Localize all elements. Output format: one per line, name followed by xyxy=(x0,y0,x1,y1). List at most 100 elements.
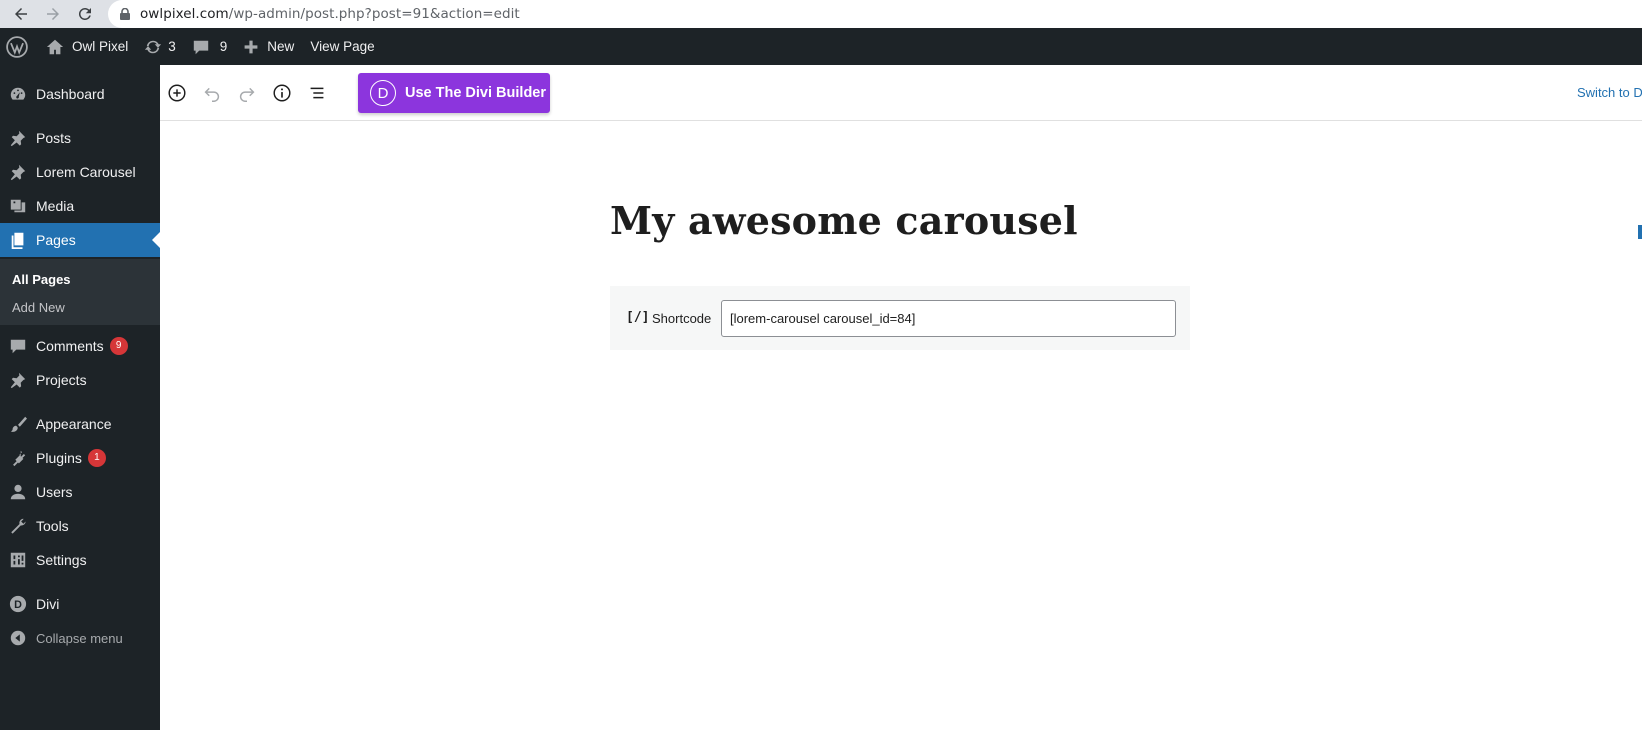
submenu-all-pages[interactable]: All Pages xyxy=(12,272,71,287)
reload-button[interactable] xyxy=(68,0,102,28)
list-view-icon xyxy=(310,87,324,99)
menu-label-posts: Posts xyxy=(36,130,72,146)
wp-admin-bar: Owl Pixel 3 9 New View Page xyxy=(0,28,1642,65)
back-button[interactable] xyxy=(4,0,38,28)
comments-link[interactable]: 9 xyxy=(184,28,236,65)
menu-label-comments: Comments xyxy=(36,338,104,354)
shortcode-block[interactable]: [/] Shortcode xyxy=(610,286,1190,350)
new-label: New xyxy=(267,39,295,54)
menu-label-collapse: Collapse menu xyxy=(36,630,123,646)
menu-item-divi[interactable]: D Divi xyxy=(0,587,160,621)
pushpin-icon xyxy=(10,372,26,389)
wp-logo-button[interactable] xyxy=(0,28,36,65)
comments-badge: 9 xyxy=(109,337,128,355)
view-page-link[interactable]: View Page xyxy=(302,28,382,65)
view-page-label: View Page xyxy=(310,39,375,54)
updates-link[interactable]: 3 xyxy=(136,28,184,65)
shortcode-icon: [/] xyxy=(626,310,650,325)
scroll-edge-indicator xyxy=(1638,225,1642,239)
forward-button[interactable] xyxy=(36,0,70,28)
menu-label-plugins: Plugins xyxy=(36,450,82,466)
menu-label-projects: Projects xyxy=(36,372,87,388)
dashboard-icon xyxy=(10,87,26,100)
plus-icon xyxy=(244,40,258,53)
undo-icon xyxy=(204,87,220,102)
menu-label-users: Users xyxy=(36,484,73,500)
menu-label-appearance: Appearance xyxy=(36,416,112,432)
wrench-icon xyxy=(11,518,26,534)
menu-label-lorem-carousel: Lorem Carousel xyxy=(36,164,136,180)
redo-button[interactable] xyxy=(235,81,259,105)
block-editor: D Use The Divi Builder Switch to D My aw… xyxy=(160,65,1642,730)
pages-submenu: All Pages Add New xyxy=(0,259,160,325)
menu-item-tools[interactable]: Tools xyxy=(0,509,160,543)
updates-count: 3 xyxy=(168,39,176,54)
plus-circle-icon xyxy=(168,84,186,102)
add-block-button[interactable] xyxy=(165,81,189,105)
divi-icon: D xyxy=(9,595,27,613)
switch-editor-link[interactable]: Switch to D xyxy=(1577,85,1642,100)
menu-item-comments[interactable]: Comments 9 xyxy=(0,329,160,363)
submenu-add-new[interactable]: Add New xyxy=(12,300,65,315)
collapse-arrow-icon xyxy=(10,630,26,646)
new-content-link[interactable]: New xyxy=(235,28,302,65)
comment-icon xyxy=(10,339,26,354)
site-name-link[interactable]: Owl Pixel xyxy=(36,28,136,65)
menu-item-lorem-carousel[interactable]: Lorem Carousel xyxy=(0,155,160,189)
menu-label-dashboard: Dashboard xyxy=(36,86,105,102)
menu-item-users[interactable]: Users xyxy=(0,475,160,509)
site-name: Owl Pixel xyxy=(72,39,129,54)
undo-button[interactable] xyxy=(200,81,224,105)
pages-icon xyxy=(11,232,24,249)
url-path: /wp-admin/post.php?post=91&action=edit xyxy=(228,6,520,22)
plugin-icon xyxy=(13,450,26,467)
collapse-menu-button[interactable]: Collapse menu xyxy=(0,621,160,655)
use-divi-builder-button[interactable]: D Use The Divi Builder xyxy=(358,73,550,113)
url-host: owlpixel.com xyxy=(140,6,229,22)
menu-label-settings: Settings xyxy=(36,552,87,568)
details-button[interactable] xyxy=(270,81,294,105)
arrow-right-icon xyxy=(47,8,59,20)
settings-icon xyxy=(10,552,26,568)
menu-item-media[interactable]: Media xyxy=(0,189,160,223)
user-icon xyxy=(10,484,26,500)
shortcode-input[interactable] xyxy=(721,300,1176,337)
comment-icon xyxy=(193,40,208,54)
lock-icon xyxy=(120,8,130,20)
list-view-button[interactable] xyxy=(305,81,329,105)
menu-label-media: Media xyxy=(36,198,75,214)
address-bar[interactable]: owlpixel.com/wp-admin/post.php?post=91&a… xyxy=(108,0,1642,28)
info-icon xyxy=(273,84,291,102)
menu-item-posts[interactable]: Posts xyxy=(0,121,160,155)
home-icon xyxy=(46,39,64,54)
menu-item-plugins[interactable]: Plugins 1 xyxy=(0,441,160,475)
pushpin-icon xyxy=(10,130,26,147)
menu-label-divi: Divi xyxy=(36,596,60,612)
redo-icon xyxy=(239,87,255,102)
menu-item-settings[interactable]: Settings xyxy=(0,543,160,577)
svg-text:D: D xyxy=(14,599,22,611)
comments-count: 9 xyxy=(219,39,228,54)
shortcode-label: Shortcode xyxy=(652,311,712,326)
reload-icon xyxy=(78,7,91,20)
menu-item-projects[interactable]: Projects xyxy=(0,363,160,397)
wordpress-icon xyxy=(6,35,28,58)
admin-sidebar: Dashboard Posts Lorem Carousel Media Pag… xyxy=(0,65,160,730)
media-icon xyxy=(10,199,26,213)
post-title[interactable]: My awesome carousel xyxy=(610,198,1078,243)
menu-item-dashboard[interactable]: Dashboard xyxy=(0,77,160,111)
plugins-badge: 1 xyxy=(87,449,106,467)
updates-icon xyxy=(145,40,162,53)
url-text: owlpixel.com/wp-admin/post.php?post=91&a… xyxy=(140,6,520,22)
menu-label-tools: Tools xyxy=(36,518,69,534)
menu-item-appearance[interactable]: Appearance xyxy=(0,407,160,441)
menu-item-pages[interactable]: Pages xyxy=(0,223,160,257)
paintbrush-icon xyxy=(10,416,27,432)
divi-button-label: Use The Divi Builder xyxy=(405,85,547,101)
arrow-left-icon xyxy=(15,8,27,20)
menu-label-pages: Pages xyxy=(36,232,76,248)
editor-toolbar: D Use The Divi Builder Switch to D xyxy=(160,65,1642,121)
pushpin-icon xyxy=(10,164,26,181)
divi-logo-icon: D xyxy=(370,80,396,106)
browser-toolbar: owlpixel.com/wp-admin/post.php?post=91&a… xyxy=(0,0,1642,28)
